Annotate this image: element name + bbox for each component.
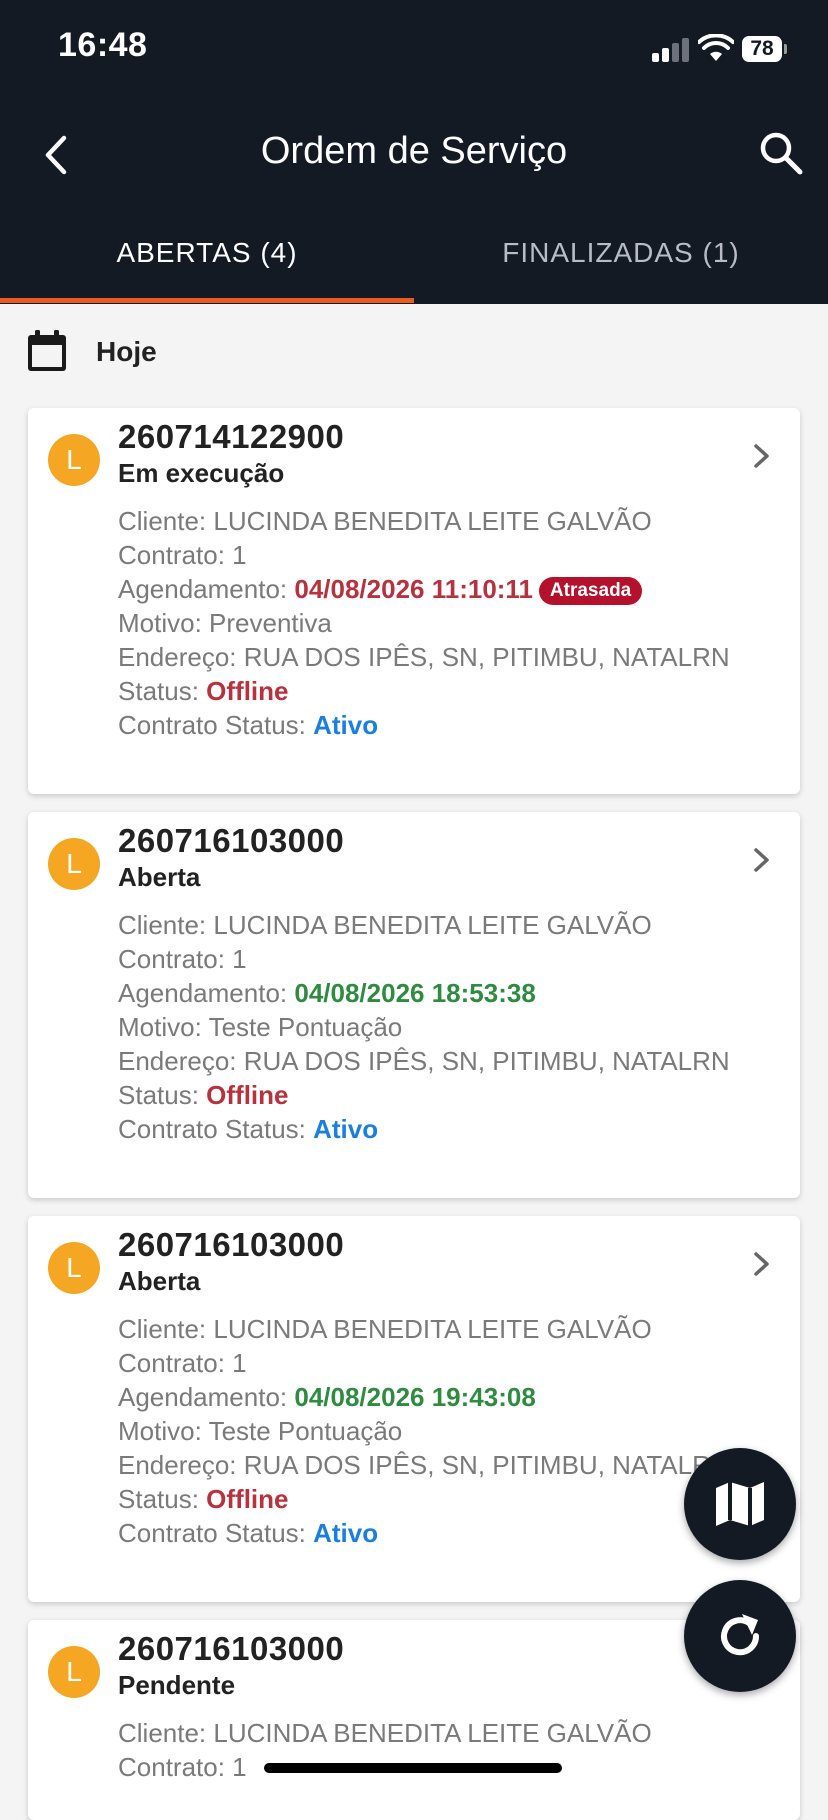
client-line: Cliente: LUCINDA BENEDITA LEITE GALVÃO (118, 506, 652, 536)
order-card[interactable]: L 260716103000 Aberta Cliente: LUCINDA B… (28, 812, 800, 1198)
nav-bar: Ordem de Serviço (0, 110, 828, 200)
status-value: Offline (206, 1080, 289, 1110)
active-tab-indicator (0, 298, 414, 303)
schedule-value: 04/08/2026 18:53:38 (294, 978, 536, 1008)
address-line: Endereço: RUA DOS IPÊS, SN, PITIMBU, NAT… (118, 1450, 730, 1480)
schedule-value: 04/08/2026 19:43:08 (294, 1382, 536, 1412)
tab-finalizadas[interactable]: FINALIZADAS (1) (414, 216, 828, 304)
avatar: L (48, 838, 100, 890)
order-state: Aberta (118, 1266, 201, 1296)
refresh-icon (721, 1614, 760, 1656)
client-line: Cliente: LUCINDA BENEDITA LEITE GALVÃO (118, 910, 652, 940)
avatar: L (48, 434, 100, 486)
date-group-label: Hoje (96, 336, 157, 367)
wifi-icon (698, 34, 734, 61)
cellular-signal-icon (652, 38, 692, 62)
contract-status-line: Contrato Status: Ativo (118, 1114, 379, 1144)
order-state: Pendente (118, 1670, 236, 1700)
reason-line: Motivo: Teste Pontuação (118, 1012, 403, 1042)
contract-status-value: Ativo (313, 1114, 379, 1144)
tab-abertas[interactable]: ABERTAS (4) (0, 216, 414, 304)
order-details: Cliente: LUCINDA BENEDITA LEITE GALVÃO C… (118, 504, 788, 742)
schedule-line: Agendamento: 04/08/2026 19:43:08 (118, 1382, 536, 1412)
contract-line: Contrato: 1 (118, 540, 247, 570)
status-line: Status: Offline (118, 1080, 289, 1110)
contract-status-value: Ativo (313, 710, 379, 740)
avatar: L (48, 1242, 100, 1294)
schedule-line: Agendamento: 04/08/2026 11:10:11 Atrasada (118, 572, 788, 606)
contract-status-value: Ativo (313, 1518, 379, 1548)
map-icon (716, 1482, 764, 1526)
chevron-right-icon[interactable] (750, 440, 774, 472)
battery-level: 78 (742, 36, 782, 62)
status-value: Offline (206, 676, 289, 706)
page-title: Ordem de Serviço (260, 130, 568, 172)
order-number: 260716103000 (118, 1226, 345, 1263)
late-badge: Atrasada (538, 577, 643, 605)
status-line: Status: Offline (118, 676, 289, 706)
search-icon[interactable] (756, 128, 806, 178)
status-bar: 16:48 78 (0, 0, 828, 100)
order-number: 260716103000 (118, 1630, 345, 1667)
order-card[interactable]: L 260716103000 Pendente Cliente: LUCINDA… (28, 1620, 800, 1820)
tab-bar: ABERTAS (4) FINALIZADAS (1) (0, 216, 828, 304)
status-value: Offline (206, 1484, 289, 1514)
order-number: 260714122900 (118, 418, 345, 455)
avatar: L (48, 1646, 100, 1698)
status-time: 16:48 (58, 26, 148, 64)
order-details: Cliente: LUCINDA BENEDITA LEITE GALVÃO C… (118, 908, 788, 1146)
schedule-value: 04/08/2026 11:10:11 (294, 574, 533, 604)
order-card[interactable]: L 260714122900 Em execução Cliente: LUCI… (28, 408, 800, 794)
order-state: Aberta (118, 862, 201, 892)
address-line: Endereço: RUA DOS IPÊS, SN, PITIMBU, NAT… (118, 1046, 730, 1076)
app-header: 16:48 78 Ordem de Serviço ABERTAS (4) FI… (0, 0, 828, 304)
order-card[interactable]: L 260716103000 Aberta Cliente: LUCINDA B… (28, 1216, 800, 1602)
client-line: Cliente: LUCINDA BENEDITA LEITE GALVÃO (118, 1314, 652, 1344)
home-indicator (264, 1763, 562, 1773)
order-number: 260716103000 (118, 822, 345, 859)
date-group-header: Hoje (26, 326, 426, 376)
battery-icon: 78 (742, 36, 787, 62)
order-state: Em execução (118, 458, 285, 488)
map-button[interactable] (684, 1448, 796, 1560)
contract-line: Contrato: 1 (118, 1348, 247, 1378)
contract-status-line: Contrato Status: Ativo (118, 710, 379, 740)
reason-line: Motivo: Teste Pontuação (118, 1416, 403, 1446)
chevron-right-icon[interactable] (750, 844, 774, 876)
schedule-line: Agendamento: 04/08/2026 18:53:38 (118, 978, 536, 1008)
client-line: Cliente: LUCINDA BENEDITA LEITE GALVÃO (118, 1718, 652, 1748)
address-line: Endereço: RUA DOS IPÊS, SN, PITIMBU, NAT… (118, 642, 730, 672)
reason-line: Motivo: Preventiva (118, 608, 332, 638)
refresh-button[interactable] (684, 1580, 796, 1692)
chevron-right-icon[interactable] (750, 1248, 774, 1280)
calendar-icon (28, 330, 66, 371)
order-details: Cliente: LUCINDA BENEDITA LEITE GALVÃO C… (118, 1716, 788, 1784)
contract-line: Contrato: 1 (118, 944, 247, 974)
